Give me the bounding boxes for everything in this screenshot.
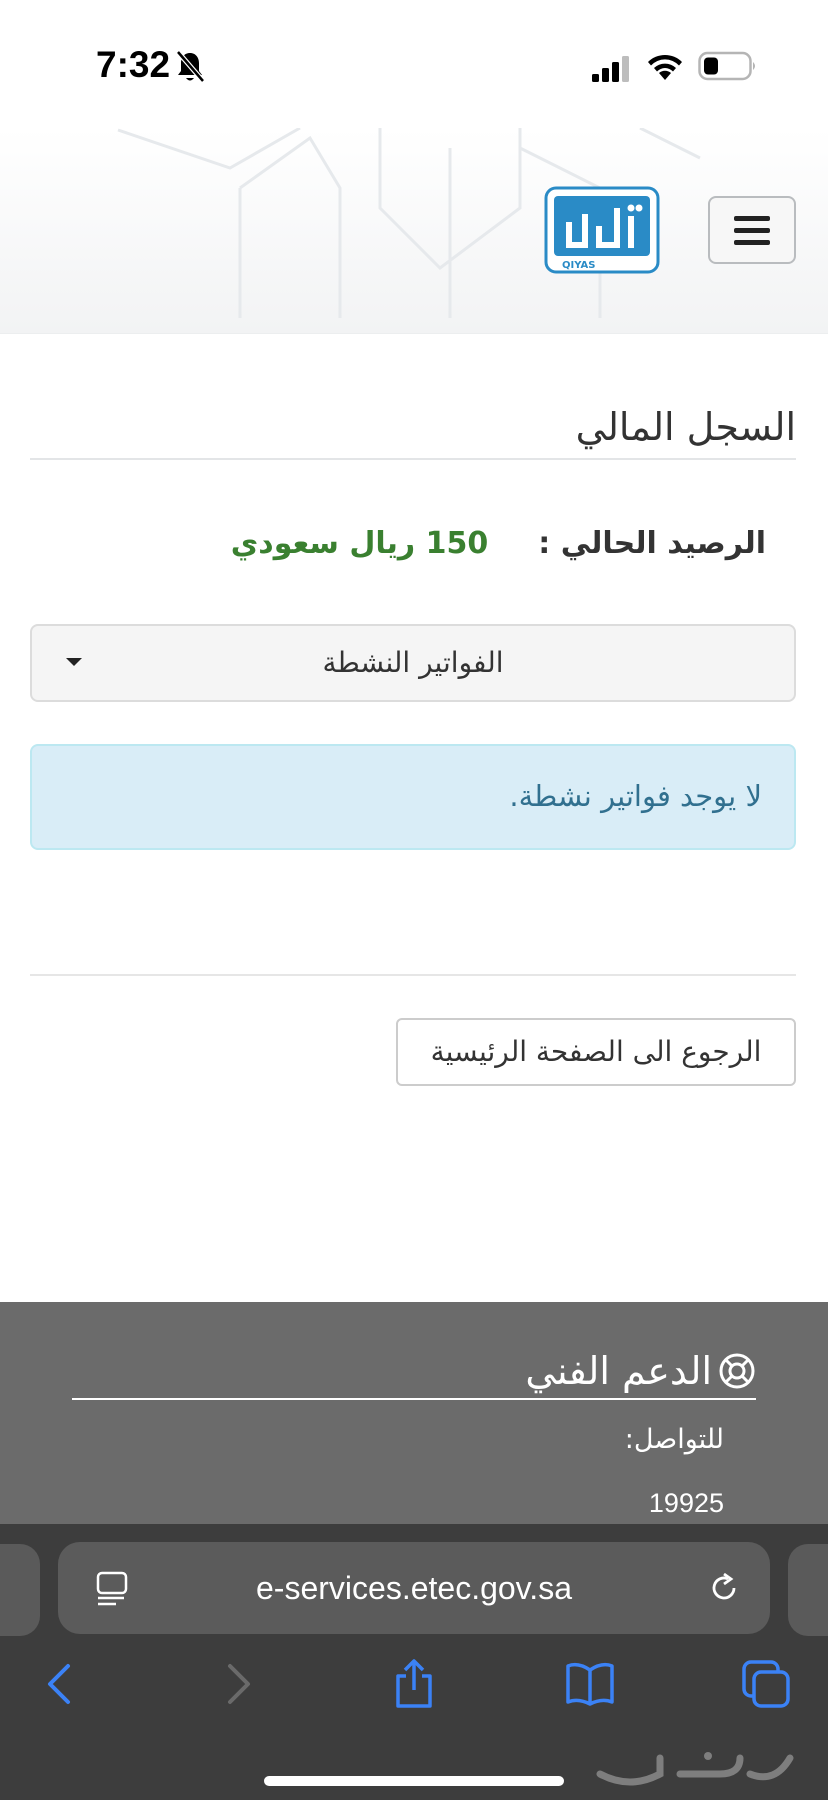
haraj-watermark xyxy=(596,1752,794,1786)
hamburger-icon-bar xyxy=(734,239,770,245)
hamburger-menu-button[interactable] xyxy=(708,196,796,264)
balance-row: الرصيد الحالي : 150 ريال سعودي xyxy=(30,526,766,561)
bell-muted-icon xyxy=(176,50,205,83)
hamburger-icon-bar xyxy=(734,215,770,221)
dropdown-label: الفواتير النشطة xyxy=(322,646,504,679)
active-invoices-dropdown[interactable]: الفواتير النشطة xyxy=(30,624,796,702)
share-icon[interactable] xyxy=(388,1658,440,1710)
status-bar: 7:32 xyxy=(0,0,828,128)
site-header: QIYAS xyxy=(0,128,828,334)
bookmarks-icon[interactable] xyxy=(564,1658,616,1710)
back-to-home-button[interactable]: الرجوع الى الصفحة الرئيسية xyxy=(396,1018,796,1086)
forward-icon[interactable] xyxy=(212,1658,264,1710)
hamburger-icon-bar xyxy=(734,227,770,233)
tabs-icon[interactable] xyxy=(740,1658,792,1710)
next-tab-preview[interactable] xyxy=(788,1544,828,1636)
qiyas-logo[interactable]: QIYAS xyxy=(544,186,660,274)
balance-label: الرصيد الحالي : xyxy=(538,526,766,561)
support-heading: الدعم الفني xyxy=(72,1344,756,1400)
home-indicator[interactable] xyxy=(264,1776,564,1786)
address-bar[interactable]: e-services.etec.gov.sa xyxy=(58,1542,770,1634)
previous-tab-preview[interactable] xyxy=(0,1544,40,1636)
reload-icon[interactable] xyxy=(706,1570,742,1606)
no-invoices-alert: لا يوجد فواتير نشطة. xyxy=(30,744,796,850)
back-icon[interactable] xyxy=(34,1658,86,1710)
divider xyxy=(30,974,796,976)
status-time: 7:32 xyxy=(96,44,171,85)
page-title: السجل المالي xyxy=(30,404,796,460)
contact-label: للتواصل: xyxy=(624,1424,724,1455)
footer: الدعم الفني للتواصل: 19925 xyxy=(0,1302,828,1526)
wifi-icon xyxy=(648,54,682,80)
url-text[interactable]: e-services.etec.gov.sa xyxy=(58,1542,770,1634)
header-background-pattern xyxy=(117,128,701,318)
browser-toolbar: e-services.etec.gov.sa xyxy=(0,1524,828,1800)
battery-icon xyxy=(698,51,755,81)
support-title-text: الدعم الفني xyxy=(525,1349,712,1393)
svg-text:QIYAS: QIYAS xyxy=(562,260,595,271)
caret-down-icon xyxy=(66,658,82,666)
lifebuoy-icon xyxy=(719,1353,755,1389)
cellular-signal-icon xyxy=(592,56,629,82)
balance-value: 150 ريال سعودي xyxy=(230,526,489,561)
contact-number[interactable]: 19925 xyxy=(72,1488,724,1519)
